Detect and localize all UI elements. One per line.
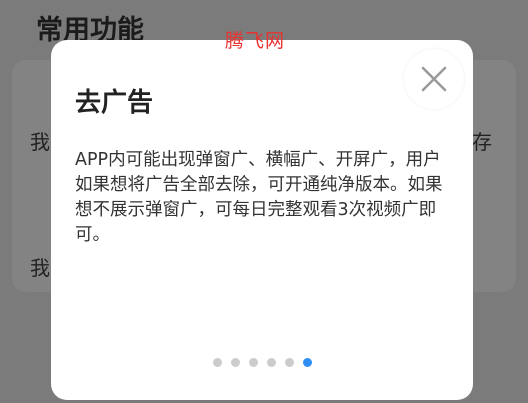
ad-removal-dialog: 去广告 APP内可能出现弹窗广、横幅广、开屏广，用户如果想将广告全部去除，可开通… bbox=[51, 40, 473, 400]
page-dot[interactable] bbox=[266, 358, 276, 367]
background-text-left: 我 bbox=[30, 130, 50, 154]
page-dot[interactable] bbox=[284, 358, 294, 367]
background-text-right: 存 bbox=[472, 130, 492, 154]
page-dot[interactable] bbox=[230, 358, 240, 367]
page-dot[interactable] bbox=[212, 358, 222, 367]
page-dot[interactable] bbox=[248, 358, 258, 367]
page-indicator bbox=[51, 358, 473, 367]
close-button[interactable] bbox=[404, 49, 464, 109]
page-dot-active[interactable] bbox=[302, 358, 312, 367]
dialog-body-text: APP内可能出现弹窗广、横幅广、开屏广，用户如果想将广告全部去除，可开通纯净版本… bbox=[75, 150, 443, 245]
watermark: 腾飞网 bbox=[225, 30, 286, 52]
close-icon bbox=[421, 66, 447, 92]
background-text-left-lower: 我 bbox=[30, 256, 50, 280]
dialog-title: 去广告 bbox=[75, 88, 154, 118]
